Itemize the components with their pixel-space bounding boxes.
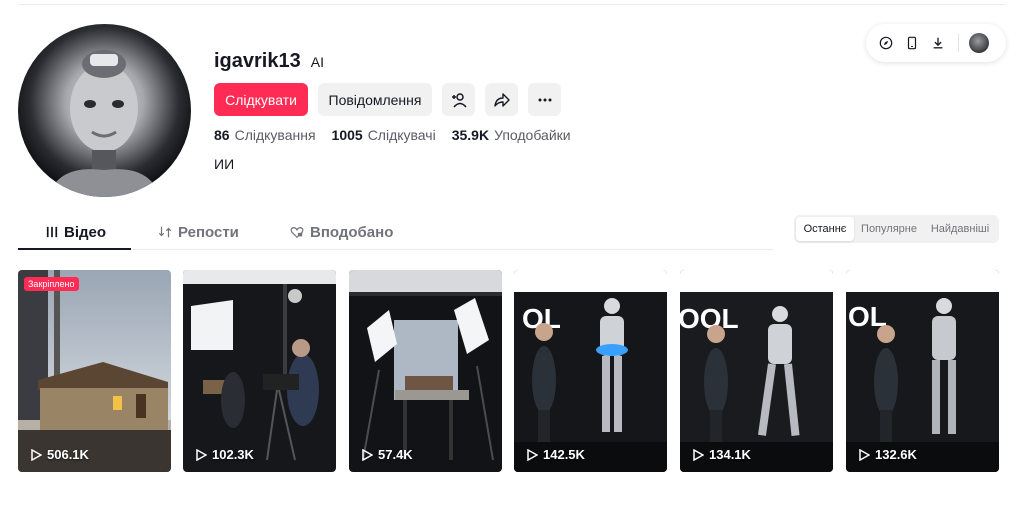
likes-label: Уподобайки (494, 127, 571, 143)
following-count: 86 (214, 127, 230, 143)
following-stat[interactable]: 86 Слідкування (214, 127, 316, 143)
tab-liked[interactable]: Вподобано (290, 214, 393, 250)
grid-icon (46, 226, 58, 238)
share-button[interactable] (485, 83, 518, 116)
video-card[interactable]: 102.3K (183, 270, 336, 472)
view-count: 132.6K (859, 447, 917, 462)
likes-stat: 35.9K Уподобайки (452, 127, 571, 143)
view-count-text: 142.5K (543, 447, 585, 462)
view-count-text: 132.6K (875, 447, 917, 462)
toolbar-divider (958, 34, 959, 52)
play-icon (527, 448, 538, 461)
compass-icon[interactable] (878, 35, 894, 51)
robot-stage-thumbnail: OL (846, 270, 999, 472)
play-icon (693, 448, 704, 461)
view-count-text: 134.1K (709, 447, 751, 462)
video-card[interactable]: OOL 134.1K (680, 270, 833, 472)
video-card[interactable]: 57.4K (349, 270, 502, 472)
profile-bio: ИИ (214, 156, 235, 172)
sort-switcher: Останнє Популярне Найдавніші (794, 215, 999, 243)
heart-lock-icon (290, 227, 304, 239)
play-icon (859, 448, 870, 461)
view-count-text: 506.1K (47, 447, 89, 462)
view-count: 506.1K (31, 447, 89, 462)
download-icon[interactable] (930, 35, 946, 51)
floating-toolbar (866, 24, 1006, 62)
more-dots-icon (538, 98, 551, 101)
username-row: igavrik13 AI (214, 50, 324, 73)
pinned-badge: Закріплено (24, 277, 79, 291)
more-button[interactable] (528, 83, 561, 116)
video-card[interactable]: OL 132.6K (846, 270, 999, 472)
robot-stage-thumbnail: OOL (680, 270, 833, 472)
film-crew-thumbnail (183, 270, 336, 472)
tab-liked-label: Вподобано (310, 223, 394, 241)
sort-popular[interactable]: Популярне (854, 217, 924, 241)
view-count: 102.3K (196, 447, 254, 462)
view-count: 142.5K (527, 447, 585, 462)
add-friend-button[interactable] (442, 83, 475, 116)
profile-stats: 86 Слідкування 1005 Слідкувачі 35.9K Уподоб… (214, 127, 571, 143)
followers-stat[interactable]: 1005 Слідкувачі (332, 127, 436, 143)
add-person-icon (451, 92, 467, 108)
phone-icon[interactable] (904, 35, 920, 51)
likes-count: 35.9K (451, 127, 490, 143)
tab-videos-label: Відео (64, 223, 107, 241)
tab-videos[interactable]: Відео (46, 214, 106, 250)
profile-tabs: Відео Репости Вподобано (18, 214, 774, 250)
play-icon (362, 448, 373, 461)
follow-button[interactable]: Слідкувати (214, 83, 308, 116)
video-card[interactable]: Закріплено 506.1K (18, 270, 171, 472)
repost-icon (158, 226, 172, 238)
play-icon (196, 448, 207, 461)
view-count: 57.4K (362, 447, 413, 462)
robot-stage-thumbnail: OL (514, 270, 667, 472)
view-count-text: 57.4K (378, 447, 413, 462)
view-count: 134.1K (693, 447, 751, 462)
active-tab-indicator (18, 248, 131, 250)
tab-reposts-label: Репости (178, 223, 239, 241)
message-button[interactable]: Повідомлення (318, 83, 432, 116)
share-icon (493, 92, 510, 107)
followers-count: 1005 (331, 127, 363, 143)
sort-latest[interactable]: Останнє (796, 217, 854, 241)
profile-avatar[interactable] (18, 24, 191, 197)
sort-oldest[interactable]: Найдавніші (924, 217, 996, 241)
user-avatar[interactable] (969, 33, 989, 53)
top-divider (18, 4, 1006, 5)
play-icon (31, 448, 42, 461)
view-count-text: 102.3K (212, 447, 254, 462)
tab-reposts[interactable]: Репости (158, 214, 239, 250)
studio-thumbnail (349, 270, 502, 472)
username: igavrik13 (214, 50, 301, 72)
following-label: Слідкування (234, 127, 316, 143)
followers-label: Слідкувачі (367, 127, 436, 143)
video-card[interactable]: OL 142.5K (514, 270, 667, 472)
profile-actions: Слідкувати Повідомлення (214, 83, 561, 116)
house-thumbnail (18, 270, 171, 472)
ai-badge: AI (310, 54, 324, 70)
